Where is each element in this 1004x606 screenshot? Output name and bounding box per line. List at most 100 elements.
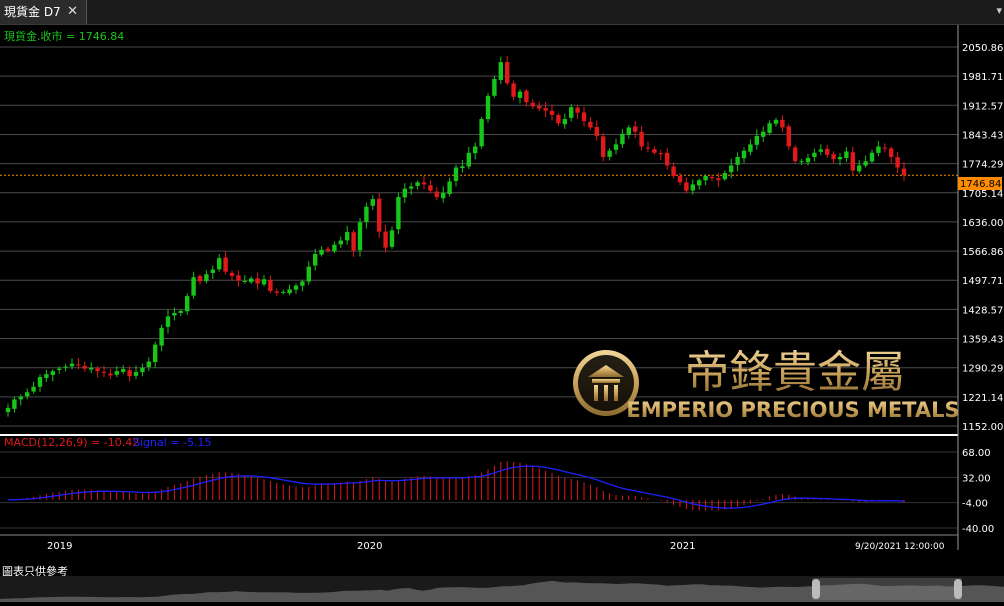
triangle-down-icon[interactable]: ▾ — [996, 4, 1002, 17]
macd-y-tick: -4.00 — [962, 499, 988, 510]
candle-body — [633, 126, 638, 132]
candle-body — [735, 156, 740, 165]
candle-body — [217, 258, 222, 270]
scroll-handle-left[interactable] — [812, 579, 820, 599]
candle-body — [191, 277, 196, 296]
candle-body — [37, 377, 43, 387]
candle-body — [281, 291, 286, 293]
candle-body — [345, 232, 350, 241]
x-tick-2021: 2021 — [670, 541, 695, 552]
candle-body — [108, 373, 113, 376]
candle-body — [236, 275, 241, 281]
candle-body — [626, 127, 631, 135]
candle-body — [831, 154, 836, 160]
candle-body — [722, 173, 727, 180]
candle-body — [562, 119, 567, 125]
candle-body — [415, 182, 420, 186]
candle-body — [479, 119, 484, 147]
close-icon[interactable]: ✕ — [67, 0, 78, 24]
candle-body — [441, 192, 446, 199]
watermark-en: EMPERIO PRECIOUS METALS — [626, 398, 959, 422]
candle-body — [377, 198, 382, 232]
candle-body — [543, 108, 548, 111]
candle-body — [786, 126, 791, 147]
candle-body — [428, 185, 433, 191]
candle-body — [325, 248, 331, 251]
candle-body — [466, 152, 471, 167]
candle-body — [434, 191, 439, 198]
candle-body — [223, 257, 228, 272]
candle-body — [31, 386, 36, 392]
candle-body — [121, 369, 126, 372]
macd-y-tick: 32.00 — [962, 473, 991, 484]
candle-body — [249, 278, 254, 283]
candle-body — [453, 167, 459, 182]
candle-body — [684, 182, 689, 191]
candle-body — [101, 371, 107, 373]
candle-body — [690, 184, 695, 191]
candle-body — [895, 157, 900, 168]
candle-body — [761, 131, 766, 137]
candle-body — [581, 112, 587, 122]
candle-body — [825, 148, 830, 155]
candle-body — [185, 296, 190, 312]
candle-body — [594, 126, 599, 136]
candle-body — [364, 206, 369, 222]
candle-body — [159, 327, 164, 346]
last-price-value: 1746.84 — [960, 179, 1001, 190]
candle-body — [57, 368, 62, 370]
price-y-tick: 1221.14 — [962, 393, 1003, 404]
candle-body — [844, 151, 849, 158]
candle-body — [882, 147, 887, 149]
candle-body — [396, 197, 401, 230]
price-y-tick: 1705.14 — [962, 189, 1003, 200]
candle-body — [274, 291, 279, 293]
candle-body — [338, 240, 343, 245]
candle-body — [876, 146, 881, 153]
price-y-tick: 1566.86 — [962, 247, 1003, 258]
candle-body — [850, 152, 855, 171]
candle-body — [293, 285, 299, 290]
candle-body — [505, 61, 510, 84]
candle-body — [146, 361, 151, 367]
price-y-tick: 2050.86 — [962, 43, 1003, 54]
candle-body — [197, 276, 203, 282]
chart-area[interactable]: 帝鋒貴金屬 EMPERIO PRECIOUS METALS 2050.86 198… — [0, 25, 1004, 562]
axis-labels: 2050.86 1981.71 1912.57 1843.43 1774.29 1705.… — [962, 43, 1003, 535]
scroll-handle-right[interactable] — [954, 579, 962, 599]
price-y-tick: 1359.43 — [962, 335, 1003, 346]
scroll-window[interactable] — [812, 578, 962, 600]
candle-body — [306, 266, 311, 282]
candle-body — [370, 199, 375, 206]
candle-body — [268, 279, 273, 292]
candle-body — [389, 230, 395, 247]
candle-body — [575, 107, 580, 113]
candle-body — [537, 105, 542, 109]
tab-title: 現貨金 D7 — [4, 5, 61, 19]
candle-body — [25, 392, 30, 397]
candle-body — [665, 152, 670, 166]
candle-body — [140, 367, 145, 373]
candle-body — [556, 115, 561, 124]
tab-bar: 現貨金 D7 ✕ ▾ — [0, 0, 1004, 25]
candle-body — [697, 180, 702, 186]
candle-body — [133, 372, 139, 376]
candle-body — [601, 136, 606, 157]
candle-body — [357, 222, 363, 251]
chart-svg[interactable]: 帝鋒貴金屬 EMPERIO PRECIOUS METALS 2050.86 198… — [0, 25, 1004, 562]
macd-y-tick: 68.00 — [962, 448, 991, 459]
candle-body — [511, 83, 516, 97]
candle-body — [18, 396, 23, 400]
candle-body — [351, 232, 356, 251]
candle-body — [242, 280, 247, 282]
candle-body — [607, 150, 612, 157]
scrollbar[interactable] — [0, 576, 1004, 602]
candle-body — [818, 149, 823, 152]
candle-body — [549, 110, 555, 115]
macd-legend: MACD(12,26,9) = -10.42 — [4, 436, 139, 449]
tab-chart[interactable]: 現貨金 D7 ✕ — [0, 0, 87, 24]
signal-legend: Signal = -5.15 — [133, 436, 211, 449]
candle-body — [447, 181, 452, 195]
candle-body — [485, 95, 491, 120]
price-y-tick: 1843.43 — [962, 130, 1003, 141]
